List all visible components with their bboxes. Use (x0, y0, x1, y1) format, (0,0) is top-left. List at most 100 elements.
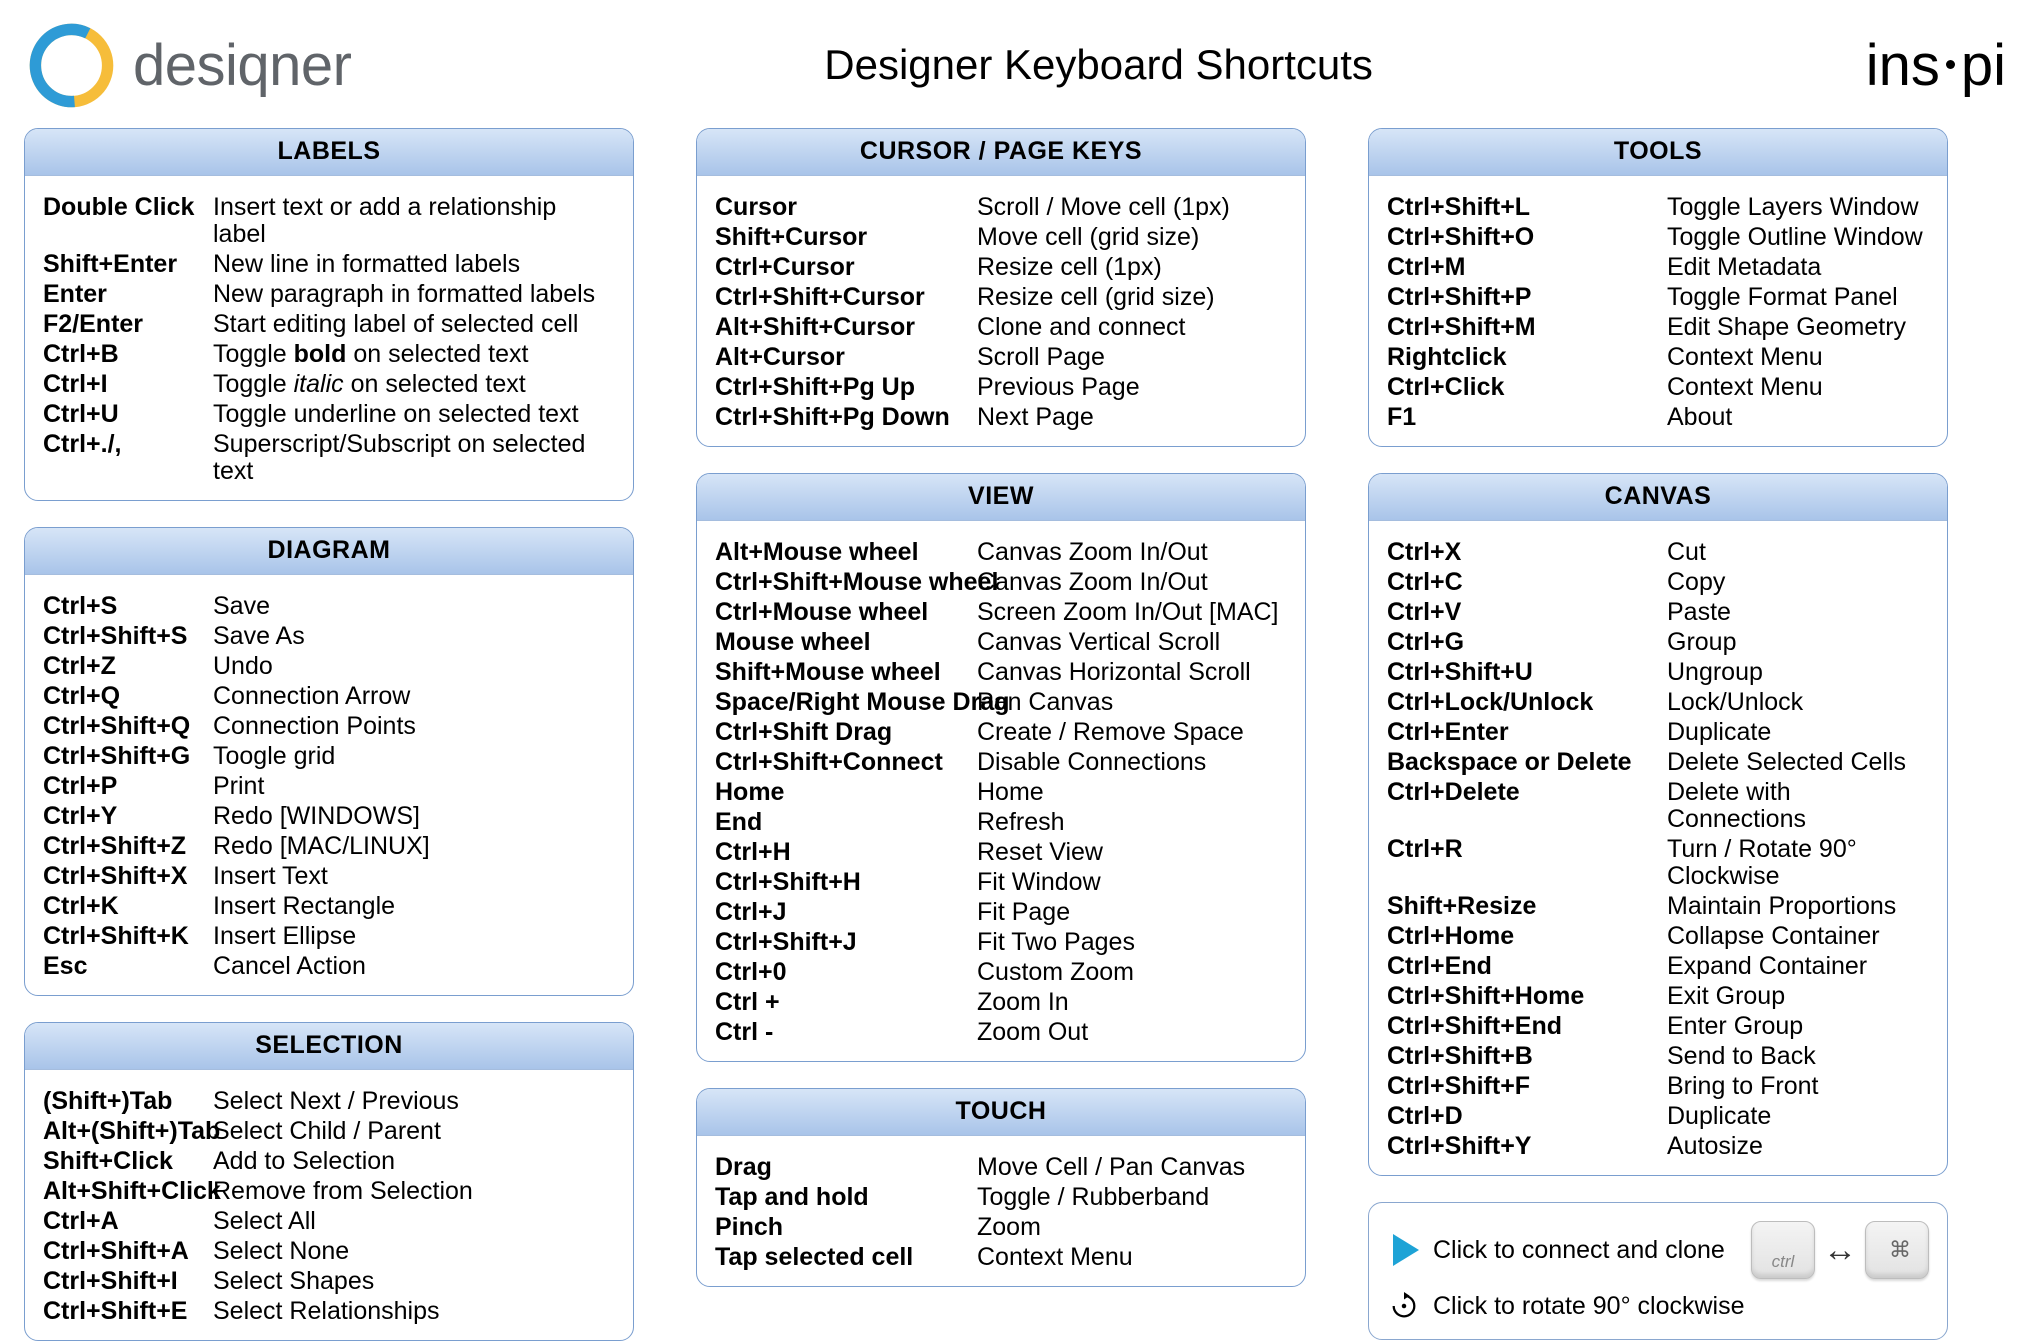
shortcut-row: Shift+ClickAdd to Selection (43, 1146, 615, 1176)
shortcut-description: Previous Page (977, 374, 1287, 401)
hint-rotate: Click to rotate 90° clockwise (1387, 1291, 1929, 1321)
shortcut-key: Cursor (715, 194, 977, 221)
shortcut-key: Shift+Resize (1387, 893, 1667, 920)
shortcut-description: Canvas Zoom In/Out (977, 539, 1287, 566)
shortcut-row: Alt+(Shift+)TabSelect Child / Parent (43, 1116, 615, 1146)
keys-illustration: ctrl ↔ ⌘ (1751, 1221, 1929, 1279)
shortcut-description: Zoom Out (977, 1019, 1287, 1046)
shortcut-description: Superscript/Subscript on selected text (213, 431, 615, 485)
shortcut-key: Ctrl+Shift+B (1387, 1043, 1667, 1070)
shortcut-row: Ctrl+Shift+UUngroup (1387, 657, 1929, 687)
panel-selection-title: SELECTION (25, 1023, 633, 1070)
shortcut-row: Ctrl+CursorResize cell (1px) (715, 252, 1287, 282)
shortcut-row: Ctrl+Shift+OToggle Outline Window (1387, 222, 1929, 252)
shortcut-row: Ctrl+Shift+EndEnter Group (1387, 1011, 1929, 1041)
shortcut-description: Create / Remove Space (977, 719, 1287, 746)
shortcut-row: Ctrl+GGroup (1387, 627, 1929, 657)
panel-tools-body: Ctrl+Shift+LToggle Layers WindowCtrl+Shi… (1369, 176, 1947, 446)
shortcut-description: Scroll / Move cell (1px) (977, 194, 1287, 221)
page-header: desiqner Designer Keyboard Shortcuts ins… (18, 20, 2012, 110)
cmd-keycap-icon: ⌘ (1865, 1221, 1929, 1279)
shortcut-key: Ctrl+Shift+Connect (715, 749, 977, 776)
shortcut-key: Ctrl+D (1387, 1103, 1667, 1130)
shortcut-key: (Shift+)Tab (43, 1088, 213, 1115)
shortcut-key: F1 (1387, 404, 1667, 431)
shortcut-row: Ctrl+XCut (1387, 537, 1929, 567)
shortcut-key: Ctrl+M (1387, 254, 1667, 281)
shortcut-row: Ctrl+VPaste (1387, 597, 1929, 627)
shortcut-key: Ctrl+Shift+Z (43, 833, 213, 860)
shortcut-row: DragMove Cell / Pan Canvas (715, 1152, 1287, 1182)
shortcut-key: Ctrl+C (1387, 569, 1667, 596)
shortcut-key: Ctrl+Shift+K (43, 923, 213, 950)
panel-touch-title: TOUCH (697, 1089, 1305, 1136)
shortcut-key: Ctrl+B (43, 341, 213, 368)
shortcut-description: Resize cell (1px) (977, 254, 1287, 281)
shortcut-description: Print (213, 773, 615, 800)
shortcut-row: EndRefresh (715, 807, 1287, 837)
shortcut-key: Enter (43, 281, 213, 308)
shortcut-row: Ctrl +Zoom In (715, 987, 1287, 1017)
shortcut-description: Remove from Selection (213, 1178, 615, 1205)
shortcut-key: Alt+Shift+Click (43, 1178, 213, 1205)
shortcut-description: Select Shapes (213, 1268, 615, 1295)
shortcut-description: Turn / Rotate 90° Clockwise (1667, 836, 1929, 890)
shortcut-key: Esc (43, 953, 213, 980)
shortcut-key: Ctrl+Shift+P (1387, 284, 1667, 311)
shortcut-key: Ctrl+Shift+Pg Down (715, 404, 977, 431)
shortcut-key: Alt+Mouse wheel (715, 539, 977, 566)
shortcut-key: Ctrl+Shift+A (43, 1238, 213, 1265)
shortcut-description: Context Menu (977, 1244, 1287, 1271)
shortcut-description: Fit Window (977, 869, 1287, 896)
shortcut-row: Ctrl+Shift+FBring to Front (1387, 1071, 1929, 1101)
shortcut-row: Ctrl+Shift+ESelect Relationships (43, 1296, 615, 1326)
shortcut-description: Select All (213, 1208, 615, 1235)
shortcut-row: Ctrl+./,Superscript/Subscript on selecte… (43, 429, 615, 486)
shortcut-row: Ctrl+Shift+GToogle grid (43, 741, 615, 771)
shortcut-description: Refresh (977, 809, 1287, 836)
panel-labels-title: LABELS (25, 129, 633, 176)
shortcut-key: Ctrl+H (715, 839, 977, 866)
shortcut-description: Exit Group (1667, 983, 1929, 1010)
shortcut-row: Ctrl+Shift+ISelect Shapes (43, 1266, 615, 1296)
shortcut-description: New paragraph in formatted labels (213, 281, 615, 308)
shortcut-description: Select Child / Parent (213, 1118, 615, 1145)
shortcut-description: Resize cell (grid size) (977, 284, 1287, 311)
shortcut-key: Ctrl+Cursor (715, 254, 977, 281)
panel-diagram-body: Ctrl+SSaveCtrl+Shift+SSave AsCtrl+ZUndoC… (25, 575, 633, 995)
shortcut-row: F2/EnterStart editing label of selected … (43, 309, 615, 339)
shortcut-description: Connection Points (213, 713, 615, 740)
shortcut-key: Ctrl+Shift Drag (715, 719, 977, 746)
shortcut-description: Bring to Front (1667, 1073, 1929, 1100)
panel-view: VIEW Alt+Mouse wheelCanvas Zoom In/OutCt… (696, 473, 1306, 1062)
shortcut-key: Tap and hold (715, 1184, 977, 1211)
shortcut-key: Pinch (715, 1214, 977, 1241)
shortcut-description: Fit Page (977, 899, 1287, 926)
shortcut-row: Mouse wheelCanvas Vertical Scroll (715, 627, 1287, 657)
shortcut-row: Ctrl+IToggle italic on selected text (43, 369, 615, 399)
shortcut-key: Ctrl+Shift+J (715, 929, 977, 956)
shortcut-row: Tap and holdToggle / Rubberband (715, 1182, 1287, 1212)
shortcut-description: Move cell (grid size) (977, 224, 1287, 251)
shortcut-row: Ctrl+Shift+Pg DownNext Page (715, 402, 1287, 432)
shortcut-description: Move Cell / Pan Canvas (977, 1154, 1287, 1181)
shortcut-description: Select Relationships (213, 1298, 615, 1325)
shortcut-row: Ctrl+Shift+Mouse wheelCanvas Zoom In/Out (715, 567, 1287, 597)
shortcut-row: Ctrl+Shift+HFit Window (715, 867, 1287, 897)
designer-wordmark: desiqner (133, 32, 351, 99)
shortcut-row: CursorScroll / Move cell (1px) (715, 192, 1287, 222)
shortcut-row: Ctrl+YRedo [WINDOWS] (43, 801, 615, 831)
shortcut-description: Connection Arrow (213, 683, 615, 710)
shortcut-key: Ctrl+Mouse wheel (715, 599, 977, 626)
shortcut-row: Ctrl+JFit Page (715, 897, 1287, 927)
shortcut-key: Ctrl+Shift+X (43, 863, 213, 890)
shortcut-row: PinchZoom (715, 1212, 1287, 1242)
shortcut-description: Ungroup (1667, 659, 1929, 686)
shortcut-key: Ctrl+Home (1387, 923, 1667, 950)
shortcut-row: Ctrl+Shift+SSave As (43, 621, 615, 651)
panel-view-body: Alt+Mouse wheelCanvas Zoom In/OutCtrl+Sh… (697, 521, 1305, 1061)
shortcut-description: Insert Text (213, 863, 615, 890)
shortcut-description: Send to Back (1667, 1043, 1929, 1070)
shortcut-key: Ctrl+Shift+G (43, 743, 213, 770)
shortcut-description: Zoom In (977, 989, 1287, 1016)
